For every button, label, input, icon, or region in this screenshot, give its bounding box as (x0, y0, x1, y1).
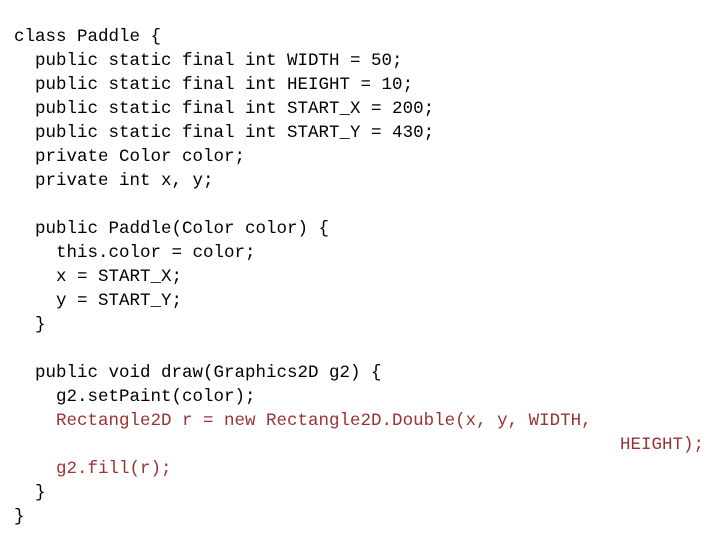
code-line: } (14, 315, 46, 335)
code-line: this.color = color; (14, 243, 256, 263)
code-line: } (14, 483, 46, 503)
code-line: public Paddle(Color color) { (14, 219, 330, 239)
code-line: public static final int START_Y = 430; (14, 123, 435, 143)
code-line: private int x, y; (14, 171, 214, 191)
code-line: private Color color; (14, 147, 246, 167)
code-line: public static final int HEIGHT = 10; (14, 75, 414, 95)
code-line: public static final int START_X = 200; (14, 99, 435, 119)
code-line: } (14, 507, 25, 527)
code-line: x = START_X; (14, 267, 183, 287)
code-line: g2.fill(r); (14, 459, 172, 479)
code-line: public void draw(Graphics2D g2) { (14, 363, 382, 383)
code-listing: class Paddle { public static final int W… (0, 0, 720, 540)
code-line: y = START_Y; (14, 291, 183, 311)
code-line: class Paddle { (14, 27, 162, 47)
code-line: g2.setPaint(color); (14, 387, 256, 407)
code-line: HEIGHT); (620, 435, 705, 455)
code-line: Rectangle2D r = new Rectangle2D.Double(x… (14, 411, 592, 431)
code-line: public static final int WIDTH = 50; (14, 51, 403, 71)
